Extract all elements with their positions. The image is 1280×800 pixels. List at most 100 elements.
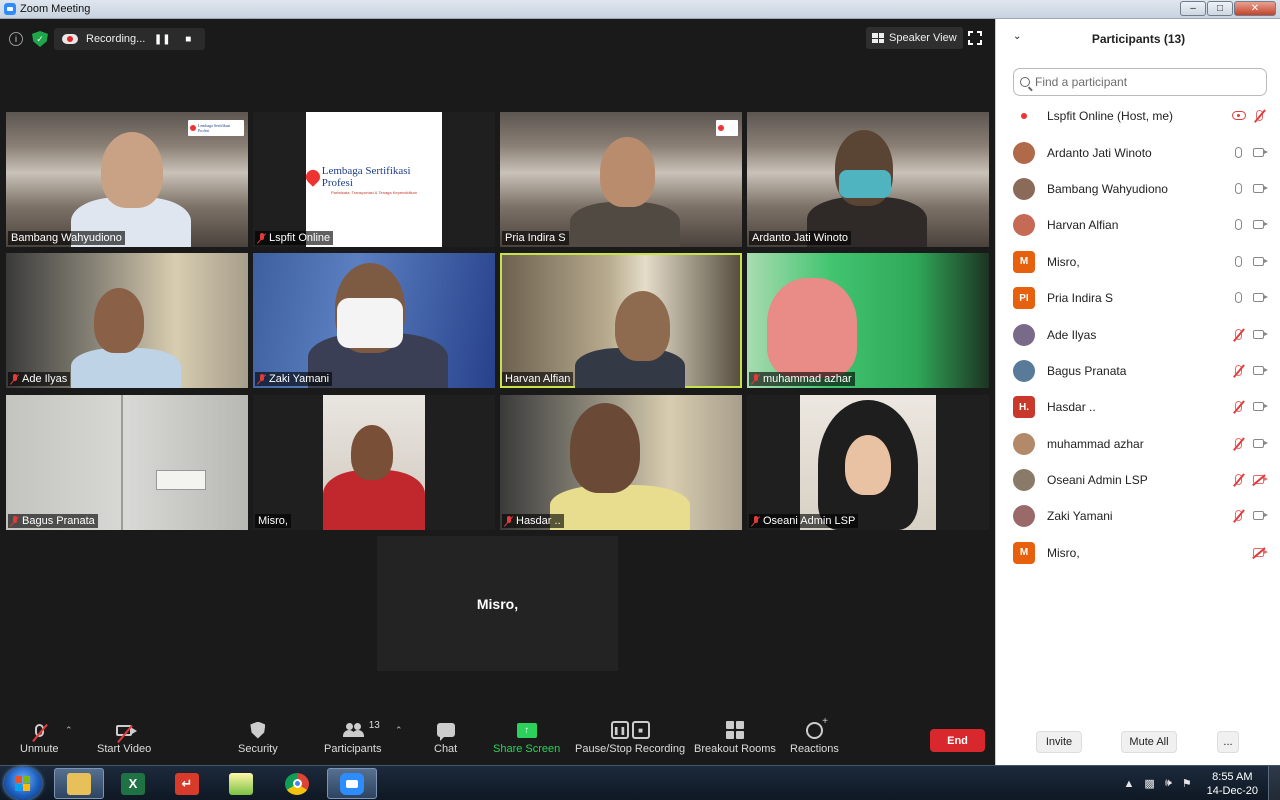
video-tile[interactable]: Zaki Yamani xyxy=(253,253,495,388)
participants-button[interactable]: 13 Participants xyxy=(324,720,381,755)
pause-recording-icon[interactable]: ❚❚ xyxy=(153,34,171,45)
participant-search-input[interactable] xyxy=(1035,75,1245,89)
participant-row[interactable]: Bagus Pranata xyxy=(996,353,1280,389)
video-tile[interactable]: Lembaga Sertifikasi Profesi Pariwisata, … xyxy=(253,112,495,247)
taskbar-file-explorer[interactable] xyxy=(54,768,104,799)
participant-name: Bagus Pranata xyxy=(1047,363,1127,378)
taskbar-excel[interactable]: X xyxy=(108,768,158,799)
muted-mic-icon xyxy=(11,373,19,385)
action-center-flag-icon[interactable]: ⚑ xyxy=(1182,777,1192,790)
tray-overflow-icon[interactable]: ▲ xyxy=(1124,778,1135,790)
pause-stop-recording-button[interactable]: ❚❚ ■ Pause/Stop Recording xyxy=(575,720,685,755)
participant-row[interactable]: muhammad azhar xyxy=(996,426,1280,462)
show-desktop-button[interactable] xyxy=(1268,766,1280,800)
more-options-button[interactable]: ... xyxy=(1217,731,1239,753)
participant-photo-avatar xyxy=(1013,177,1035,200)
participant-row[interactable]: Bambang Wahyudiono xyxy=(996,171,1280,207)
video-camera-icon xyxy=(1253,291,1269,305)
muted-microphone-icon xyxy=(34,723,44,737)
share-screen-button[interactable]: ↑ Share Screen xyxy=(493,720,560,755)
no-video-tile[interactable]: Misro, xyxy=(377,536,618,671)
participants-panel-header: ⌄ Participants (13) xyxy=(996,19,1280,59)
taskbar-pdf-reader[interactable]: ↵ xyxy=(162,768,212,799)
fullscreen-icon[interactable] xyxy=(968,31,982,45)
participant-row[interactable]: M Misro, xyxy=(996,244,1280,280)
video-tile[interactable]: Hasdar .. xyxy=(500,395,742,530)
participant-head xyxy=(570,403,640,493)
muted-mic-icon xyxy=(1232,328,1246,342)
face-mask xyxy=(839,170,891,198)
participants-icon xyxy=(342,723,364,737)
participant-body xyxy=(71,348,181,388)
muted-mic-icon xyxy=(1232,364,1246,378)
participant-row[interactable]: Harvan Alfian xyxy=(996,207,1280,243)
minimize-button[interactable]: – xyxy=(1180,1,1206,16)
network-icon[interactable]: ▩ xyxy=(1144,777,1154,790)
end-meeting-button[interactable]: End xyxy=(930,729,985,752)
participant-row[interactable]: Lspfit Online (Host, me) xyxy=(996,98,1280,134)
taskbar-clock[interactable]: 8:55 AM 14-Dec-20 xyxy=(1207,770,1258,798)
zoom-icon xyxy=(340,772,364,795)
start-video-button[interactable]: Start Video xyxy=(97,720,151,755)
tile-name-label: Bambang Wahyudiono xyxy=(8,231,125,245)
tile-name-label: Pria Indira S xyxy=(502,231,569,245)
zoom-app-icon xyxy=(4,3,16,15)
participant-row[interactable]: Ade Ilyas xyxy=(996,316,1280,352)
video-tile[interactable]: Ardanto Jati Winoto xyxy=(747,112,989,247)
participant-row[interactable]: Zaki Yamani xyxy=(996,498,1280,534)
participant-head xyxy=(94,288,144,353)
participant-search-box[interactable] xyxy=(1013,68,1267,96)
video-tile[interactable]: Ade Ilyas xyxy=(6,253,248,388)
meeting-status-bar: i ✓ Recording... ❚❚ ■ xyxy=(6,28,206,50)
invite-button[interactable]: Invite xyxy=(1036,731,1082,753)
participant-row[interactable]: Oseani Admin LSP xyxy=(996,462,1280,498)
video-tile[interactable]: muhammad azhar xyxy=(747,253,989,388)
chat-button[interactable]: Chat xyxy=(434,720,457,755)
system-tray: ▲ ▩ 🕪 ⚑ 8:55 AM 14-Dec-20 xyxy=(1119,766,1280,800)
muted-mic-icon xyxy=(1232,509,1246,523)
tile-name-label: Oseani Admin LSP xyxy=(749,514,859,528)
taskbar-image-viewer[interactable] xyxy=(216,768,266,799)
participant-photo-avatar xyxy=(1013,359,1035,382)
reactions-button[interactable]: Reactions xyxy=(790,716,839,756)
security-button[interactable]: Security xyxy=(238,720,278,755)
collapse-panel-chevron-icon[interactable]: ⌄ xyxy=(1013,31,1021,42)
portrait-video xyxy=(800,395,936,530)
audio-options-caret[interactable]: ⌃ xyxy=(65,725,73,736)
stop-recording-icon[interactable]: ■ xyxy=(179,34,197,45)
view-grid-icon xyxy=(872,33,884,43)
participant-row[interactable]: H. Hasdar .. xyxy=(996,389,1280,425)
participant-row[interactable]: M Misro, xyxy=(996,535,1280,571)
cloud-recording-icon xyxy=(62,34,78,44)
taskbar-zoom[interactable] xyxy=(327,768,377,799)
encryption-shield-icon[interactable]: ✓ xyxy=(32,31,48,47)
view-switch-button[interactable]: Speaker View xyxy=(866,27,963,49)
video-tile[interactable]: Bagus Pranata xyxy=(6,395,248,530)
maximize-button[interactable]: □ xyxy=(1207,1,1233,16)
volume-icon[interactable]: 🕪 xyxy=(1165,777,1172,790)
participant-name: Zaki Yamani xyxy=(1047,509,1113,524)
zoom-window: Zoom Meeting – □ ✕ i ✓ Recording... ❚❚ ■… xyxy=(0,0,1280,800)
taskbar-chrome[interactable] xyxy=(272,768,322,799)
mute-all-button[interactable]: Mute All xyxy=(1121,731,1177,753)
breakout-rooms-button[interactable]: Breakout Rooms xyxy=(694,720,776,755)
participant-photo-avatar xyxy=(1013,432,1035,455)
tile-name-label: Bagus Pranata xyxy=(8,514,98,528)
video-tile[interactable]: Misro, xyxy=(253,395,495,530)
participant-row[interactable]: Ardanto Jati Winoto xyxy=(996,134,1280,170)
video-camera-icon xyxy=(1253,509,1269,523)
video-camera-icon xyxy=(1253,255,1269,269)
close-window-button[interactable]: ✕ xyxy=(1234,1,1276,16)
participant-row[interactable]: PI Pria Indira S xyxy=(996,280,1280,316)
participant-photo-avatar xyxy=(1013,214,1035,237)
start-button[interactable] xyxy=(4,767,42,800)
video-camera-icon xyxy=(1253,146,1269,160)
video-tile[interactable]: Pria Indira S xyxy=(500,112,742,247)
video-tile[interactable]: Oseani Admin LSP xyxy=(747,395,989,530)
participants-options-caret[interactable]: ⌃ xyxy=(395,725,403,736)
unmute-button[interactable]: Unmute xyxy=(20,720,59,755)
video-tile[interactable]: Lembaga Sertifikasi Profesi Bambang Wahy… xyxy=(6,112,248,247)
muted-mic-icon xyxy=(258,232,266,244)
meeting-info-icon[interactable]: i xyxy=(9,32,23,46)
video-tile-active-speaker[interactable]: Harvan Alfian xyxy=(500,253,742,388)
